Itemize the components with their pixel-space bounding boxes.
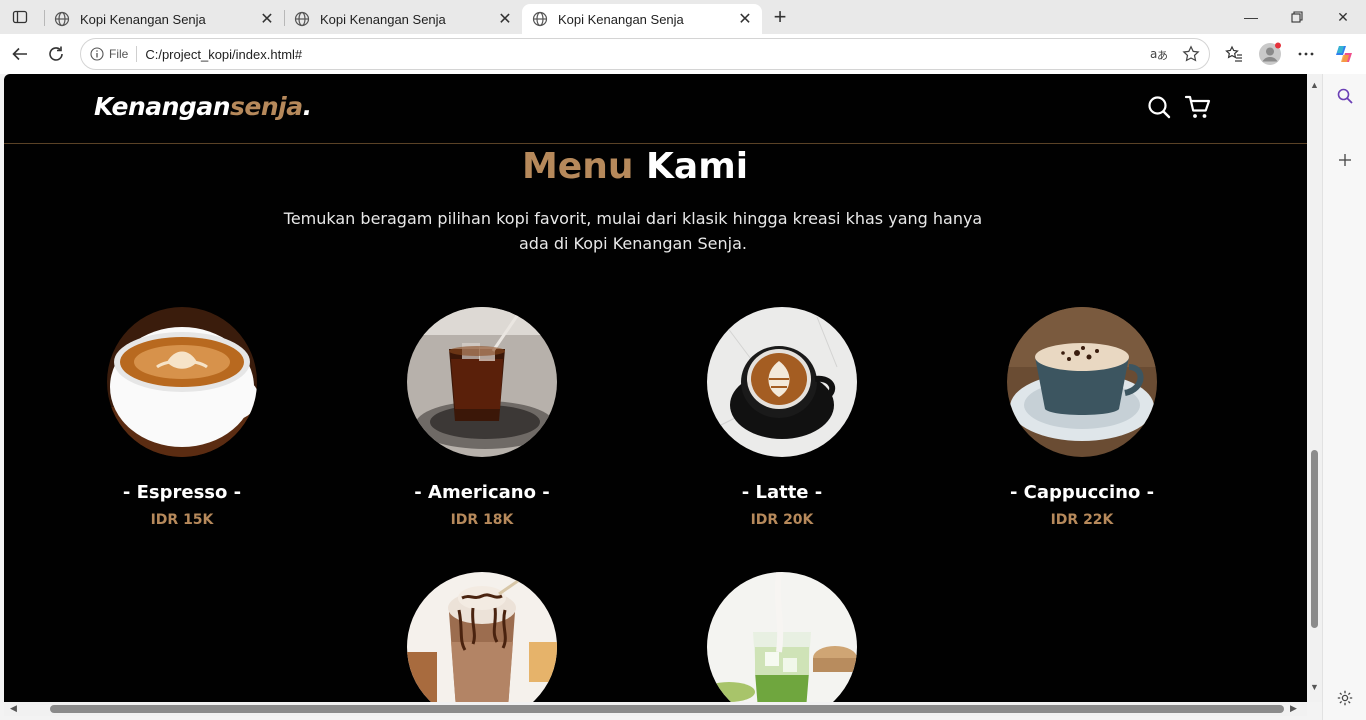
menu-description: Temukan beragam pilihan kopi favorit, mu… xyxy=(283,209,983,253)
tab-actions-icon[interactable] xyxy=(8,6,32,28)
matcha-latte-image xyxy=(707,572,857,702)
menu-item-price: IDR 22K xyxy=(1050,512,1114,528)
menu-card-mocha xyxy=(352,572,612,702)
new-tab-icon[interactable]: + xyxy=(768,4,792,29)
restore-icon[interactable] xyxy=(1274,4,1320,30)
tab-bar: Kopi Kenangan Senja ✕ Kopi Kenangan Senj… xyxy=(0,0,1366,34)
menu-card-espresso: - Espresso - IDR 15K xyxy=(52,307,312,528)
tab-title: Kopi Kenangan Senja xyxy=(320,11,446,27)
profile-avatar[interactable] xyxy=(1256,40,1284,68)
scheme-label: File xyxy=(109,47,129,61)
iced-chocolate-image xyxy=(407,572,557,702)
espresso-image xyxy=(107,307,257,457)
address-bar[interactable]: File C:/project_kopi/index.html# aあ xyxy=(80,38,1210,70)
refresh-icon[interactable] xyxy=(42,40,70,68)
settings-gear-icon[interactable] xyxy=(1331,684,1359,712)
more-options-icon[interactable] xyxy=(1292,40,1320,68)
menu-card-americano: - Americano - IDR 18K xyxy=(352,307,612,528)
menu-item-name: - Cappuccino - xyxy=(1009,482,1155,503)
scroll-up-arrow-icon[interactable]: ▲ xyxy=(1310,80,1319,90)
window-close-icon[interactable]: ✕ xyxy=(1320,4,1366,30)
menu-item-name: - Americano - xyxy=(414,482,550,503)
latte-image xyxy=(707,307,857,457)
site-navbar: Kenangansenja. xyxy=(4,74,1307,144)
shopping-cart-icon[interactable] xyxy=(1184,94,1211,120)
favorites-icon[interactable] xyxy=(1220,40,1248,68)
page-viewport: Kenangansenja. Menu Kami Temukan beragam… xyxy=(4,74,1307,702)
info-icon[interactable] xyxy=(89,46,105,62)
logo-accent: senja xyxy=(230,92,303,121)
url-text[interactable]: C:/project_kopi/index.html# xyxy=(145,47,1145,62)
menu-card-matcha xyxy=(652,572,912,702)
globe-icon xyxy=(532,11,548,27)
menu-heading: Menu Kami xyxy=(4,146,1266,187)
menu-item-name: - Latte - xyxy=(741,482,823,503)
copilot-icon[interactable] xyxy=(1330,40,1358,68)
globe-icon xyxy=(54,11,70,27)
horizontal-scrollbar[interactable]: ◀ ▶ xyxy=(4,702,1307,716)
vertical-scroll-thumb[interactable] xyxy=(1311,450,1318,628)
back-arrow-icon[interactable] xyxy=(6,40,34,68)
search-icon[interactable] xyxy=(1146,94,1172,120)
menu-card-cappuccino: - Cappuccino - IDR 22K xyxy=(952,307,1212,528)
americano-image xyxy=(407,307,557,457)
address-divider xyxy=(136,46,138,62)
svg-text:あ: あ xyxy=(1157,49,1168,62)
close-icon[interactable]: ✕ xyxy=(256,8,278,30)
menu-item-price: IDR 18K xyxy=(450,512,514,528)
menu-item-price: IDR 20K xyxy=(750,512,814,528)
read-aloud-icon[interactable]: aあ xyxy=(1145,40,1173,68)
minimize-icon[interactable]: — xyxy=(1228,4,1274,30)
tab-2[interactable]: Kopi Kenangan Senja ✕ xyxy=(284,4,522,34)
logo-dot: . xyxy=(302,92,313,121)
scroll-right-arrow-icon[interactable]: ▶ xyxy=(1290,703,1297,714)
tab-title: Kopi Kenangan Senja xyxy=(558,11,684,27)
tab-title: Kopi Kenangan Senja xyxy=(80,11,206,27)
search-icon[interactable] xyxy=(1331,82,1359,110)
menu-item-price: IDR 15K xyxy=(150,512,214,528)
tab-3-active[interactable]: Kopi Kenangan Senja ✕ xyxy=(522,4,762,34)
horizontal-scroll-thumb[interactable] xyxy=(50,705,1284,713)
logo-main: Kenangan xyxy=(94,92,231,121)
tab-1[interactable]: Kopi Kenangan Senja ✕ xyxy=(44,4,284,34)
menu-heading-main: Kami xyxy=(646,146,749,187)
globe-icon xyxy=(294,11,310,27)
cappuccino-image xyxy=(1007,307,1157,457)
menu-item-name: - Espresso - xyxy=(122,482,242,503)
vertical-scrollbar[interactable]: ▲ ▼ xyxy=(1307,74,1322,702)
scroll-left-arrow-icon[interactable]: ◀ xyxy=(10,703,17,714)
menu-card-latte: - Latte - IDR 20K xyxy=(652,307,912,528)
close-icon[interactable]: ✕ xyxy=(734,8,756,30)
browser-toolbar: File C:/project_kopi/index.html# aあ xyxy=(0,34,1366,74)
add-icon[interactable] xyxy=(1331,146,1359,174)
edge-side-panel xyxy=(1322,74,1366,720)
menu-heading-accent: Menu xyxy=(521,146,634,187)
site-logo[interactable]: Kenangansenja. xyxy=(94,92,312,121)
favorite-star-icon[interactable] xyxy=(1177,40,1205,68)
close-icon[interactable]: ✕ xyxy=(494,8,516,30)
scroll-down-arrow-icon[interactable]: ▼ xyxy=(1310,682,1319,692)
